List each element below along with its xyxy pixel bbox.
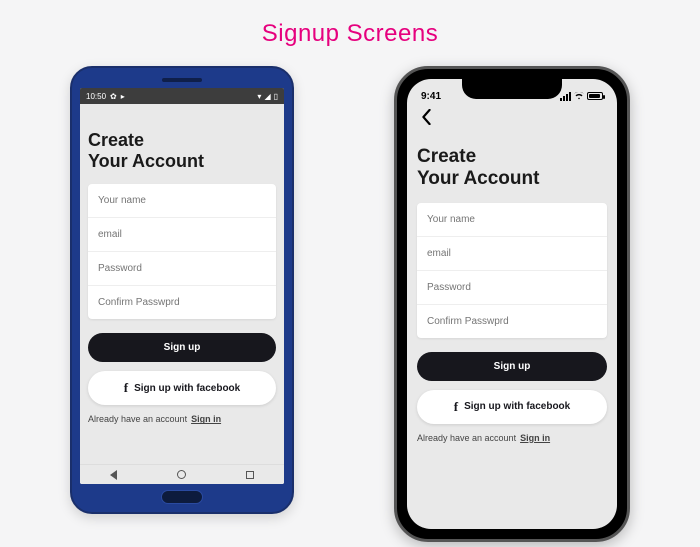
signup-button-label: Sign up [164, 342, 201, 353]
status-time: 10:50 [86, 92, 106, 101]
confirm-password-input[interactable] [417, 305, 607, 338]
facebook-icon: f [454, 399, 458, 415]
signup-button[interactable]: Sign up [417, 352, 607, 381]
signal-icon [560, 92, 571, 101]
password-input[interactable] [417, 271, 607, 305]
already-have-account-text: Already have an account [88, 414, 187, 424]
heading-line2: Your Account [417, 168, 607, 190]
iphone-device-frame: 9:41 Create Your Account [394, 66, 630, 542]
signup-facebook-button[interactable]: f Sign up with facebook [417, 390, 607, 424]
android-screen: 10:50 ✿ ▸ ▾ ◢ ▯ Create Your Account [80, 88, 284, 484]
ios-signup-form: Create Your Account Sign up f Sign up wi… [407, 132, 617, 529]
android-nav-bar [80, 464, 284, 484]
android-home-button[interactable] [161, 490, 203, 504]
password-input[interactable] [88, 252, 276, 286]
android-status-bar: 10:50 ✿ ▸ ▾ ◢ ▯ [80, 88, 284, 104]
chevron-left-icon [421, 109, 432, 125]
battery-icon: ▯ [274, 92, 278, 101]
name-input[interactable] [417, 203, 607, 237]
heading: Create Your Account [88, 130, 276, 172]
signal-icon: ◢ [264, 92, 270, 101]
signin-link[interactable]: Sign in [520, 433, 550, 443]
nav-back-icon[interactable] [110, 470, 117, 480]
iphone-notch [462, 79, 562, 99]
already-have-account-text: Already have an account [417, 433, 516, 443]
heading-line2: Your Account [88, 151, 276, 172]
battery-icon [587, 92, 603, 100]
name-input[interactable] [88, 184, 276, 218]
wifi-icon [574, 92, 584, 100]
heading-line1: Create [88, 130, 276, 151]
signup-button[interactable]: Sign up [88, 333, 276, 362]
android-device-frame: 10:50 ✿ ▸ ▾ ◢ ▯ Create Your Account [70, 66, 294, 514]
back-button[interactable] [407, 107, 617, 132]
signin-row: Already have an account Sign in [88, 414, 276, 424]
iphone-screen: 9:41 Create Your Account [407, 79, 617, 529]
form-card [417, 203, 607, 338]
status-time: 9:41 [421, 91, 441, 102]
signup-button-label: Sign up [494, 361, 531, 372]
heading: Create Your Account [417, 146, 607, 191]
heading-line1: Create [417, 146, 607, 168]
nav-home-icon[interactable] [177, 470, 186, 479]
play-icon: ▸ [121, 92, 125, 101]
gear-icon: ✿ [110, 92, 117, 101]
android-signup-form: Create Your Account Sign up f Sign up wi… [80, 104, 284, 464]
signin-row: Already have an account Sign in [417, 433, 607, 443]
android-earpiece [162, 78, 202, 82]
confirm-password-input[interactable] [88, 286, 276, 319]
form-card [88, 184, 276, 319]
wifi-icon: ▾ [257, 92, 261, 101]
email-input[interactable] [417, 237, 607, 271]
facebook-icon: f [124, 380, 128, 396]
signup-facebook-label: Sign up with facebook [464, 401, 570, 412]
nav-recent-icon[interactable] [246, 471, 254, 479]
signup-facebook-label: Sign up with facebook [134, 383, 240, 394]
phones-row: 10:50 ✿ ▸ ▾ ◢ ▯ Create Your Account [0, 66, 700, 542]
signup-facebook-button[interactable]: f Sign up with facebook [88, 371, 276, 405]
signin-link[interactable]: Sign in [191, 414, 221, 424]
page-title: Signup Screens [0, 0, 700, 66]
email-input[interactable] [88, 218, 276, 252]
